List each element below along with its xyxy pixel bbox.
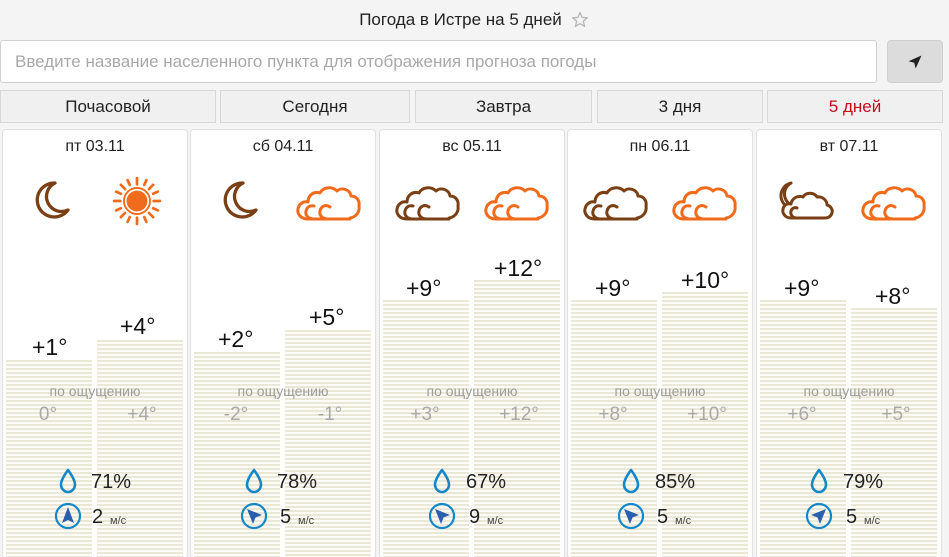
wind-direction-icon (54, 502, 82, 530)
cloud-icon (858, 183, 928, 223)
star-icon[interactable] (570, 10, 590, 30)
wind-direction-icon (617, 502, 645, 530)
humidity-value: 79% (843, 471, 884, 493)
wind-direction-icon (428, 502, 456, 530)
wind-unit: м/с (110, 515, 127, 527)
location-arrow-icon (908, 55, 922, 68)
humidity-drop-icon (58, 468, 78, 494)
day-card: пн 06.11 +9° +10° по ощущению +8° +10° 8… (567, 129, 753, 557)
tab-5-days[interactable]: 5 дней (767, 90, 943, 123)
tab-today[interactable]: Сегодня (220, 90, 410, 123)
wind-speed: 5 (280, 506, 292, 528)
sun-icon (112, 176, 162, 226)
day-card: вт 07.11 +9° +8° по ощущению +6° +5° 79%… (756, 129, 942, 557)
feels-like-label: по ощущению (803, 383, 895, 399)
wind-unit: м/с (675, 515, 692, 527)
feels-like-label: по ощущению (237, 383, 329, 399)
wind-speed: 9 (469, 506, 481, 528)
page-header: Погода в Истре на 5 дней (0, 0, 949, 40)
feels-day: +10° (687, 404, 727, 425)
feels-night: 0° (38, 404, 58, 425)
day-date: сб 04.11 (252, 138, 314, 155)
feels-day: +4° (127, 404, 157, 425)
feels-like-label: по ощущению (426, 383, 518, 399)
night-temp: +9° (595, 275, 631, 301)
locate-button[interactable] (887, 40, 943, 83)
tab-tomorrow[interactable]: Завтра (415, 90, 592, 123)
humidity-value: 71% (91, 471, 132, 493)
feels-like-label: по ощущению (49, 383, 141, 399)
feels-like-label: по ощущению (614, 383, 706, 399)
feels-night: +6° (787, 404, 817, 425)
day-date: пн 06.11 (629, 138, 691, 155)
day-date: вт 07.11 (819, 138, 879, 155)
tab-hourly[interactable]: Почасовой (0, 90, 216, 123)
humidity-value: 78% (277, 471, 318, 493)
cloud-icon (481, 183, 551, 223)
moon-icon (28, 176, 76, 224)
humidity-value: 67% (466, 471, 507, 493)
wind-direction-icon (240, 502, 268, 530)
humidity-drop-icon (244, 468, 264, 494)
humidity-drop-icon (621, 468, 641, 494)
day-card: пт 03.11 +1° +4° по ощущению 0° +4° 71% … (2, 129, 188, 557)
day-temp: +8° (875, 283, 911, 309)
feels-day: -1° (317, 404, 343, 425)
humidity-drop-icon (432, 468, 452, 494)
wind-unit: м/с (298, 515, 315, 527)
day-card: вс 05.11 +9° +12° по ощущению +3° +12° 6… (379, 129, 565, 557)
wind-speed: 5 (846, 506, 858, 528)
cloud-icon (293, 183, 363, 223)
feels-day: +12° (499, 404, 539, 425)
search-input[interactable] (1, 41, 876, 82)
night-temp: +2° (218, 326, 254, 352)
feels-night: +8° (598, 404, 628, 425)
cloud-icon (392, 183, 462, 223)
moon-cloud-icon (769, 180, 839, 220)
cloud-icon (669, 183, 739, 223)
wind-direction-icon (805, 502, 833, 530)
day-temp: +4° (120, 313, 156, 339)
feels-day: +5° (881, 404, 911, 425)
wind-unit: м/с (864, 515, 881, 527)
tab-3-days[interactable]: 3 дня (597, 90, 763, 123)
day-date: вс 05.11 (442, 138, 502, 155)
night-temp: +9° (784, 275, 820, 301)
day-temp: +10° (681, 267, 730, 293)
search-box (0, 40, 877, 83)
humidity-drop-icon (809, 468, 829, 494)
wind-speed: 5 (657, 506, 669, 528)
day-date: пт 03.11 (65, 138, 125, 155)
page-title: Погода в Истре на 5 дней (359, 10, 562, 29)
wind-unit: м/с (487, 515, 504, 527)
day-card: сб 04.11 +2° +5° по ощущению -2° -1° 78%… (190, 129, 376, 557)
night-temp: +9° (406, 275, 442, 301)
feels-night: +3° (410, 404, 440, 425)
night-temp-bar (383, 300, 469, 557)
moon-icon (216, 176, 264, 224)
wind-speed: 2 (92, 506, 104, 528)
day-temp: +12° (494, 255, 543, 281)
day-temp: +5° (309, 304, 345, 330)
night-temp: +1° (32, 334, 68, 360)
cloud-icon (580, 183, 650, 223)
feels-night: -2° (223, 404, 249, 425)
night-temp-bar (760, 300, 846, 557)
humidity-value: 85% (655, 471, 696, 493)
